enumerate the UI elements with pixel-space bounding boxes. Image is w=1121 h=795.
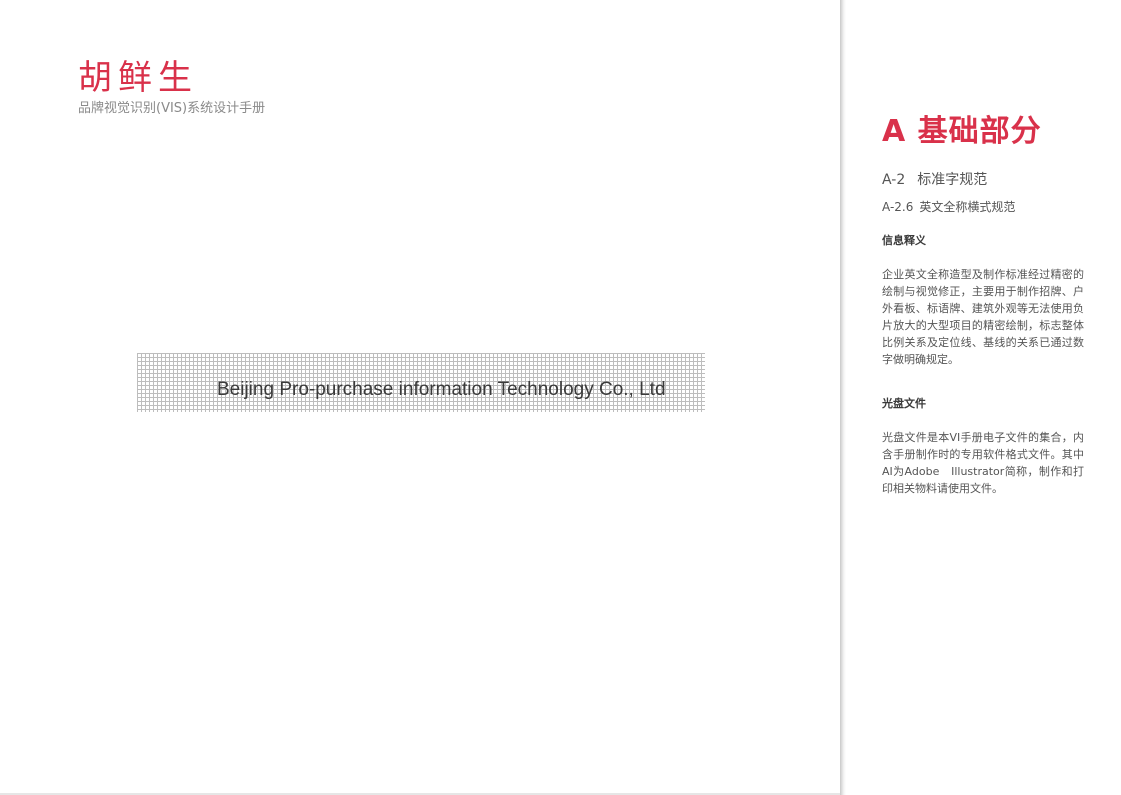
manual-spread: 胡鲜生 品牌视觉识别(VIS)系统设计手册 Beijing Pro-purcha… xyxy=(0,0,1121,795)
left-page: 胡鲜生 品牌视觉识别(VIS)系统设计手册 Beijing Pro-purcha… xyxy=(0,0,842,795)
info-definition-heading: 信息释义 xyxy=(882,234,926,247)
cd-files-heading: 光盘文件 xyxy=(882,397,926,410)
english-fullname-wordmark: Beijing Pro-purchase information Technol… xyxy=(217,379,666,400)
subsection-title: 标准字规范 xyxy=(917,172,988,188)
subsubsection-code: A-2.6 xyxy=(882,200,914,214)
subsubsection-heading: A-2.6 英文全称横式规范 xyxy=(882,199,1015,215)
brand-subtitle: 品牌视觉识别(VIS)系统设计手册 xyxy=(78,101,266,116)
info-definition-body: 企业英文全称造型及制作标准经过精密的绘制与视觉修正，主要用于制作招牌、户外看板、… xyxy=(882,268,1084,366)
subsubsection-title: 英文全称横式规范 xyxy=(919,200,1016,214)
right-page: A 基础部分 A-2 标准字规范 A-2.6 英文全称横式规范 信息释义 企业英文全… xyxy=(846,0,1121,795)
brand-title: 胡鲜生 xyxy=(78,58,198,98)
cd-files-body: 光盘文件是本VI手册电子文件的集合，内含手册制作时的专用软件格式文件。其中AI为… xyxy=(882,431,1084,495)
section-title: A 基础部分 xyxy=(882,114,1042,149)
subsection-code: A-2 xyxy=(882,172,906,188)
subsection-heading: A-2 标准字规范 xyxy=(882,171,987,189)
